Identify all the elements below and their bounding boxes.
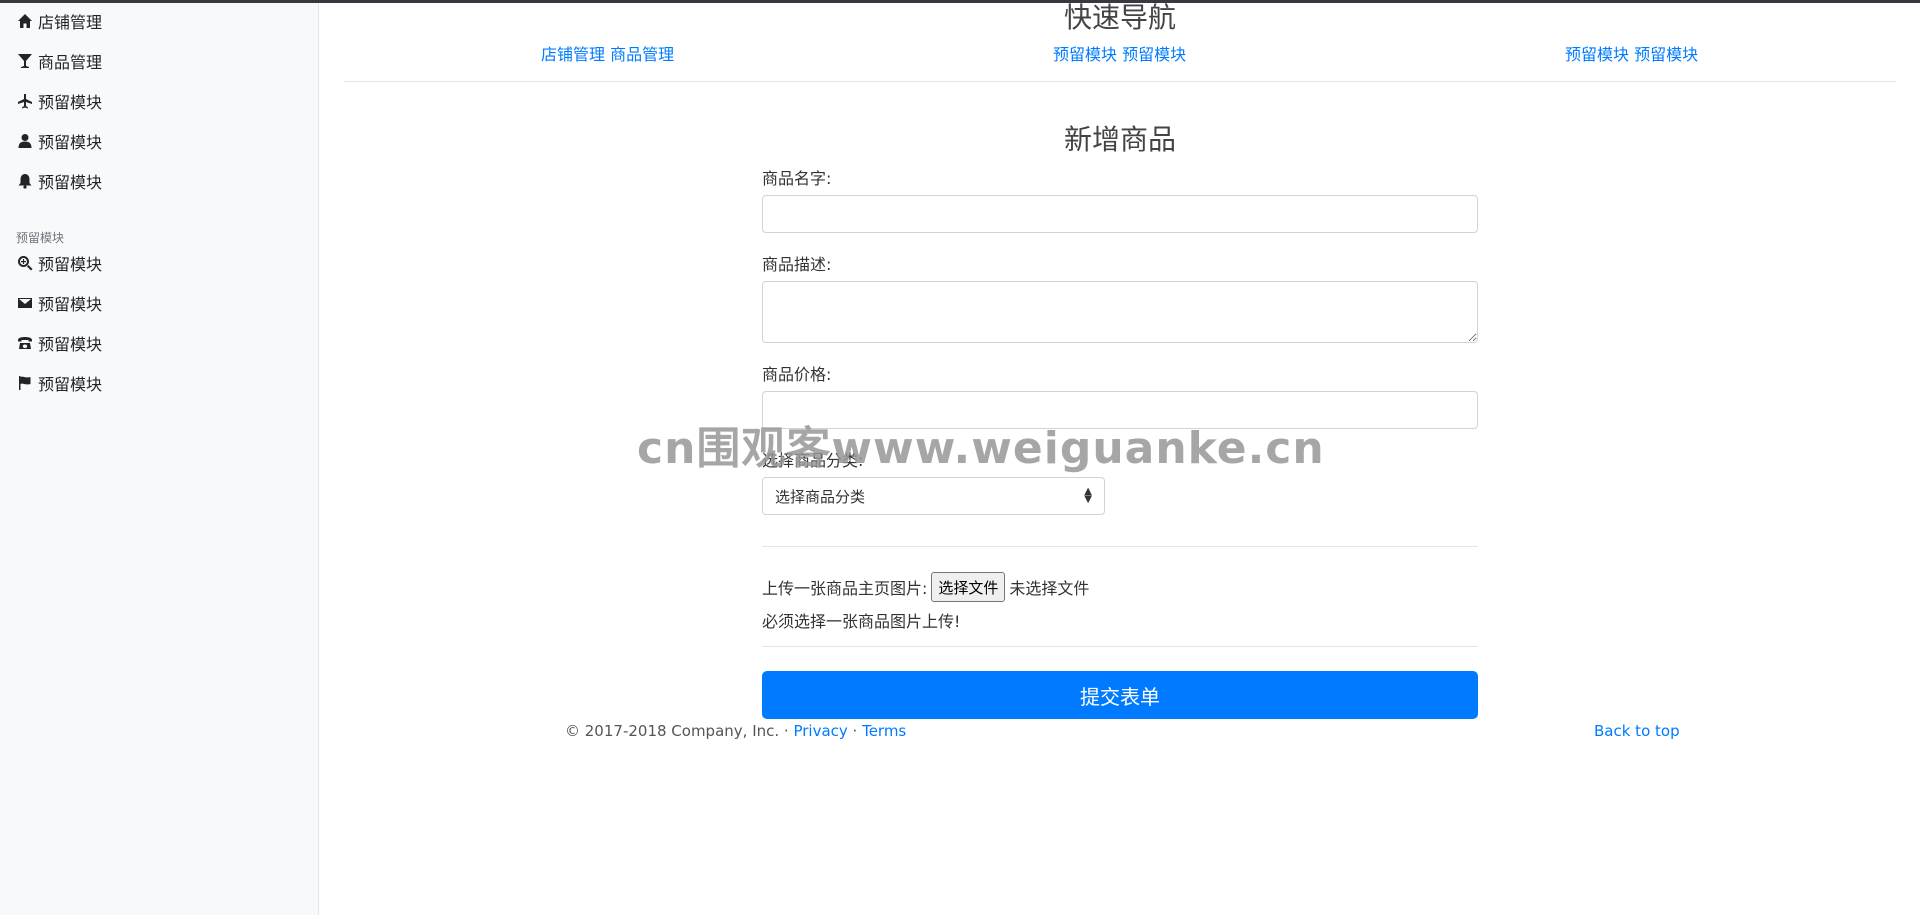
quick-nav-link-reserved-1[interactable]: 预留模块 bbox=[1053, 45, 1117, 64]
quick-nav-group-2: 预留模块 预留模块 bbox=[1053, 41, 1186, 65]
quick-nav-group-3: 预留模块 预留模块 bbox=[1565, 41, 1698, 65]
footer-back-to-top: Back to top bbox=[1594, 722, 1680, 740]
watermark: cn围观客www.weiguanke.cn bbox=[637, 423, 1325, 474]
sidebar-item-reserved-3[interactable]: 预留模块 bbox=[16, 166, 102, 196]
form-divider-1 bbox=[762, 546, 1478, 547]
choose-file-button[interactable]: 选择文件 bbox=[931, 572, 1006, 602]
footer-dot: · bbox=[847, 722, 863, 740]
sidebar-item-reserved-4[interactable]: 预留模块 bbox=[16, 248, 102, 278]
sidebar-item-label: 店铺管理 bbox=[38, 13, 103, 32]
upload-required-note: 必须选择一张商品图片上传! bbox=[762, 612, 961, 631]
sidebar-item-shop-management[interactable]: 店铺管理 bbox=[16, 6, 102, 36]
sidebar-item-reserved-1[interactable]: 预留模块 bbox=[16, 86, 102, 116]
sidebar-section-heading: 预留模块 bbox=[16, 231, 65, 245]
sidebar-item-label: 预留模块 bbox=[38, 255, 103, 274]
form-divider-2 bbox=[762, 646, 1478, 647]
sidebar-item-label: 预留模块 bbox=[38, 335, 103, 354]
sidebar-item-label: 预留模块 bbox=[38, 93, 103, 112]
footer-copyright: © 2017-2018 Company, Inc. · Privacy · Te… bbox=[565, 722, 906, 740]
user-icon bbox=[16, 132, 34, 150]
product-desc-textarea[interactable] bbox=[762, 281, 1478, 343]
flag-icon bbox=[16, 374, 34, 392]
nav-divider bbox=[344, 81, 1896, 82]
submit-form-button[interactable]: 提交表单 bbox=[762, 671, 1478, 719]
sidebar-item-label: 预留模块 bbox=[38, 133, 103, 152]
quick-nav-link-reserved-4[interactable]: 预留模块 bbox=[1634, 45, 1698, 64]
bell-icon bbox=[16, 172, 34, 190]
home-icon bbox=[16, 12, 34, 30]
select-caret-icon: ▲ ▼ bbox=[1084, 486, 1092, 505]
privacy-link[interactable]: Privacy bbox=[793, 722, 847, 740]
product-desc-label: 商品描述: bbox=[762, 255, 832, 274]
sidebar: 店铺管理 商品管理 预留模块 预留模块 预留模块 预留模块 预留模块 预留模块 … bbox=[0, 3, 319, 915]
glass-icon bbox=[16, 52, 34, 70]
sidebar-item-reserved-6[interactable]: 预留模块 bbox=[16, 328, 102, 358]
quick-nav-link-shop[interactable]: 店铺管理 bbox=[541, 45, 605, 64]
sidebar-item-reserved-7[interactable]: 预留模块 bbox=[16, 368, 102, 398]
quick-nav-link-reserved-2[interactable]: 预留模块 bbox=[1122, 45, 1186, 64]
file-status: 未选择文件 bbox=[1009, 579, 1090, 598]
product-category-select[interactable]: 选择商品分类 ▲ ▼ bbox=[762, 477, 1105, 515]
sidebar-item-reserved-2[interactable]: 预留模块 bbox=[16, 126, 102, 156]
upload-row: 上传一张商品主页图片: 选择文件 未选择文件 bbox=[762, 572, 1089, 602]
sidebar-item-label: 预留模块 bbox=[38, 375, 103, 394]
terms-link[interactable]: Terms bbox=[862, 722, 906, 740]
sidebar-item-label: 商品管理 bbox=[38, 53, 103, 72]
phone-icon bbox=[16, 334, 34, 352]
back-to-top-link[interactable]: Back to top bbox=[1594, 722, 1680, 740]
sidebar-item-label: 预留模块 bbox=[38, 295, 103, 314]
zoom-icon bbox=[16, 254, 34, 272]
product-price-label: 商品价格: bbox=[762, 365, 832, 384]
envelope-icon bbox=[16, 294, 34, 312]
product-name-input[interactable] bbox=[762, 195, 1478, 233]
upload-label: 上传一张商品主页图片: bbox=[762, 579, 928, 598]
plane-icon bbox=[16, 92, 34, 110]
sidebar-item-product-management[interactable]: 商品管理 bbox=[16, 46, 102, 76]
sidebar-item-reserved-5[interactable]: 预留模块 bbox=[16, 288, 102, 318]
sidebar-item-label: 预留模块 bbox=[38, 173, 103, 192]
quick-nav-link-product[interactable]: 商品管理 bbox=[610, 45, 674, 64]
quick-nav-link-reserved-3[interactable]: 预留模块 bbox=[1565, 45, 1629, 64]
product-category-selected: 选择商品分类 bbox=[775, 487, 866, 506]
copyright-text: © 2017-2018 Company, Inc. · bbox=[565, 722, 794, 740]
product-name-label: 商品名字: bbox=[762, 169, 832, 188]
form-title: 新增商品 bbox=[1063, 123, 1176, 156]
quick-nav-group-1: 店铺管理 商品管理 bbox=[541, 41, 674, 65]
quick-nav-title: 快速导航 bbox=[1063, 1, 1176, 34]
